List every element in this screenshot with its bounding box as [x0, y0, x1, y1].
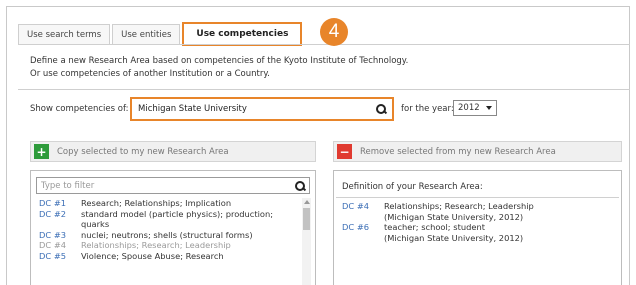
- tab-competencies[interactable]: Use competencies: [182, 22, 303, 46]
- definition-item[interactable]: DC #6 teacher; school; student (Michigan…: [342, 222, 534, 243]
- filter-input[interactable]: [41, 180, 295, 191]
- chevron-down-icon: [486, 106, 492, 110]
- competency-text: Relationships; Research; Leadership: [81, 240, 231, 250]
- definition-list: DC #4 Relationships; Research; Leadershi…: [342, 201, 534, 243]
- scroll-thumb[interactable]: [303, 208, 310, 230]
- step-badge: 4: [320, 18, 348, 46]
- divider: [18, 89, 630, 90]
- competency-text: standard model (particle physics); produ…: [81, 208, 274, 230]
- competencies-list-panel: DC #1 Research; Relationships; Implicati…: [30, 170, 316, 285]
- year-label: for the year:: [401, 104, 454, 114]
- scroll-up-icon[interactable]: [304, 200, 310, 204]
- show-competencies-label: Show competencies of:: [30, 104, 129, 114]
- minus-icon: −: [337, 144, 352, 159]
- year-value: 2012: [458, 103, 480, 113]
- competency-code: DC #5: [39, 250, 67, 261]
- year-select[interactable]: 2012: [453, 100, 497, 116]
- description-line-2: Or use competencies of another Instituti…: [30, 69, 270, 79]
- institution-search-input[interactable]: [138, 104, 376, 114]
- list-item[interactable]: DC #1 Research; Relationships; Implicati…: [39, 198, 301, 209]
- remove-selected-label: Remove selected from my new Research Are…: [360, 146, 556, 157]
- list-item[interactable]: DC #3 nuclei; neutrons; shells (structur…: [39, 230, 301, 241]
- competency-code: DC #4: [39, 240, 67, 250]
- definition-title: Definition of your Research Area:: [342, 182, 483, 192]
- competency-source: (Michigan State University, 2012): [384, 232, 524, 243]
- competencies-list: DC #1 Research; Relationships; Implicati…: [39, 198, 301, 261]
- competency-code: DC #4: [342, 201, 370, 211]
- list-item-selected[interactable]: DC #4 Relationships; Research; Leadershi…: [39, 240, 301, 251]
- description: Define a new Research Area based on comp…: [30, 55, 408, 81]
- competency-text: Violence; Spouse Abuse; Research: [81, 250, 224, 261]
- description-line-1: Define a new Research Area based on comp…: [30, 56, 409, 66]
- copy-selected-button[interactable]: + Copy selected to my new Research Area: [30, 141, 316, 162]
- search-icon[interactable]: [376, 104, 386, 114]
- competency-source: (Michigan State University, 2012): [384, 211, 524, 222]
- research-area-panel: Definition of your Research Area: DC #4 …: [333, 170, 622, 285]
- tab-search-terms[interactable]: Use search terms: [18, 24, 111, 44]
- definition-item[interactable]: DC #4 Relationships; Research; Leadershi…: [342, 201, 534, 222]
- filter-box[interactable]: [36, 177, 310, 194]
- tab-underline: [18, 44, 630, 45]
- competency-text: Relationships; Research; Leadership: [384, 201, 534, 211]
- list-item[interactable]: DC #2 standard model (particle physics);…: [39, 209, 301, 230]
- remove-selected-button[interactable]: − Remove selected from my new Research A…: [333, 141, 622, 162]
- competency-text: Research; Relationships; Implication: [81, 198, 232, 208]
- institution-search[interactable]: [130, 97, 394, 121]
- copy-selected-label: Copy selected to my new Research Area: [57, 146, 229, 157]
- search-icon[interactable]: [295, 180, 305, 191]
- definition-divider: [336, 197, 619, 198]
- competency-code: DC #2: [39, 208, 67, 219]
- list-scrollbar[interactable]: [302, 198, 311, 285]
- competency-text: teacher; school; student: [384, 222, 485, 232]
- competency-code: DC #6: [342, 222, 370, 232]
- competency-text: nuclei; neutrons; shells (structural for…: [81, 229, 253, 240]
- tab-bar: Use search terms Use entities Use compet…: [18, 22, 304, 46]
- competency-code: DC #1: [39, 198, 67, 208]
- list-item[interactable]: DC #5 Violence; Spouse Abuse; Research: [39, 251, 301, 262]
- plus-icon: +: [34, 144, 49, 159]
- competency-code: DC #3: [39, 229, 67, 240]
- tab-entities[interactable]: Use entities: [112, 24, 181, 44]
